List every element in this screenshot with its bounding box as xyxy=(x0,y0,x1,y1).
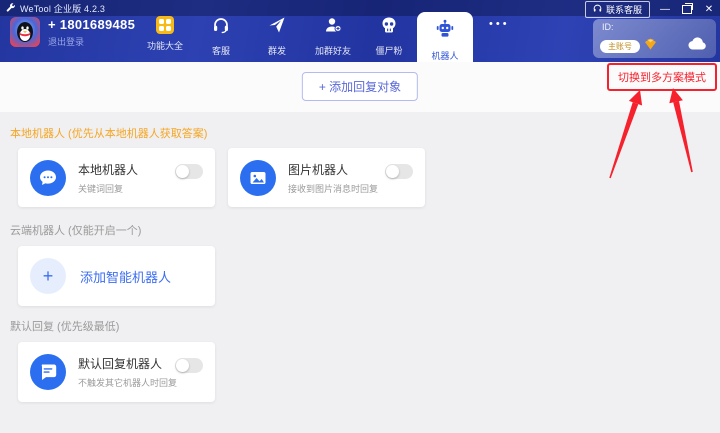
maximize-icon xyxy=(682,3,693,14)
robot-page: + 添加回复对象 切换到多方案模式 本地机器人 (优先从本地机器人获取答案) 本… xyxy=(0,62,720,433)
plus-icon: + xyxy=(30,258,66,294)
local-robot-card[interactable]: 本地机器人 关键词回复 xyxy=(18,148,215,207)
more-menu-icon[interactable]: ••• xyxy=(489,18,510,30)
contact-support-label: 联系客服 xyxy=(605,5,642,15)
add-smart-robot-card[interactable]: + 添加智能机器人 xyxy=(18,246,215,306)
red-highlight-box: 切换到多方案模式 xyxy=(607,63,717,91)
app-title: WeTool 企业版 4.2.3 xyxy=(20,3,106,14)
id-label: ID: xyxy=(602,22,614,32)
image-robot-card[interactable]: 图片机器人 接收到图片消息时回复 xyxy=(228,148,425,207)
app-header: WeTool 企业版 4.2.3 联系客服 — ✕ + 1801689485 退… xyxy=(0,0,720,62)
tab-label: 功能大全 xyxy=(146,41,183,51)
tab-label: 客服 xyxy=(211,46,230,56)
main-account-badge: 主账号 xyxy=(600,39,640,53)
local-robot-toggle[interactable] xyxy=(175,164,203,179)
logout-link[interactable]: 退出登录 xyxy=(48,35,135,48)
tab-add-group-friends[interactable]: 加群好友 xyxy=(305,0,361,62)
switch-multi-plan-mode-button[interactable]: 切换到多方案模式 xyxy=(610,66,714,88)
tab-label: 群发 xyxy=(267,46,286,56)
headset-icon xyxy=(212,16,230,39)
person-add-icon xyxy=(324,16,342,39)
default-robot-toggle[interactable] xyxy=(175,358,203,373)
chat-lines-icon xyxy=(30,354,66,390)
card-title: 本地机器人 xyxy=(78,162,139,177)
avatar xyxy=(10,17,40,47)
minimize-button[interactable]: — xyxy=(658,4,672,16)
send-icon xyxy=(268,16,286,39)
tab-robot[interactable]: 机器人 xyxy=(417,12,473,62)
add-reply-target-button[interactable]: + 添加回复对象 xyxy=(301,72,419,101)
picture-icon xyxy=(240,159,276,196)
section-default-reply-title: 默认回复 (优先级最低) xyxy=(10,321,120,333)
headset-icon xyxy=(593,4,602,15)
gem-icon xyxy=(644,37,657,55)
card-subtitle: 接收到图片消息时回复 xyxy=(288,183,379,194)
card-subtitle: 关键词回复 xyxy=(78,183,124,194)
tab-mass-send[interactable]: 群发 xyxy=(249,0,305,62)
card-subtitle: 不触发其它机器人时回复 xyxy=(78,378,178,388)
tab-zombie-fans[interactable]: 僵尸粉 xyxy=(361,0,417,62)
robot-icon xyxy=(435,19,455,44)
wrench-icon xyxy=(6,3,16,13)
card-title: 图片机器人 xyxy=(288,162,349,177)
skull-icon xyxy=(380,16,398,39)
account-phone: + 1801689485 xyxy=(48,17,136,32)
account-id-card: ID: 主账号 xyxy=(593,19,716,58)
image-robot-toggle[interactable] xyxy=(385,164,413,179)
default-reply-robot-card[interactable]: 默认回复机器人 不触发其它机器人时回复 xyxy=(18,342,215,402)
card-title: 默认回复机器人 xyxy=(78,357,163,371)
section-local-robot-title: 本地机器人 (优先从本地机器人获取答案) xyxy=(10,128,208,140)
close-button[interactable]: ✕ xyxy=(702,4,716,16)
tab-label: 加群好友 xyxy=(314,46,351,56)
maximize-button[interactable] xyxy=(680,3,694,16)
section-cloud-robot-title: 云端机器人 (仅能开启一个) xyxy=(10,225,142,237)
grid-icon xyxy=(156,16,174,34)
wetool-window: WeTool 企业版 4.2.3 联系客服 — ✕ + 1801689485 退… xyxy=(0,0,720,433)
add-smart-robot-label: 添加智能机器人 xyxy=(80,269,172,285)
nav-tabs: 功能大全 客服 群发 加群好友 僵尸粉 机器人 xyxy=(137,0,473,62)
tab-customer-service[interactable]: 客服 xyxy=(193,0,249,62)
tab-function-list[interactable]: 功能大全 xyxy=(137,0,193,62)
tab-label: 僵尸粉 xyxy=(375,46,403,56)
tab-label: 机器人 xyxy=(431,51,459,61)
cloud-icon xyxy=(688,37,708,55)
account-info: + 1801689485 退出登录 xyxy=(10,17,135,48)
chat-dots-icon xyxy=(30,159,66,196)
contact-support-button[interactable]: 联系客服 xyxy=(584,1,650,18)
